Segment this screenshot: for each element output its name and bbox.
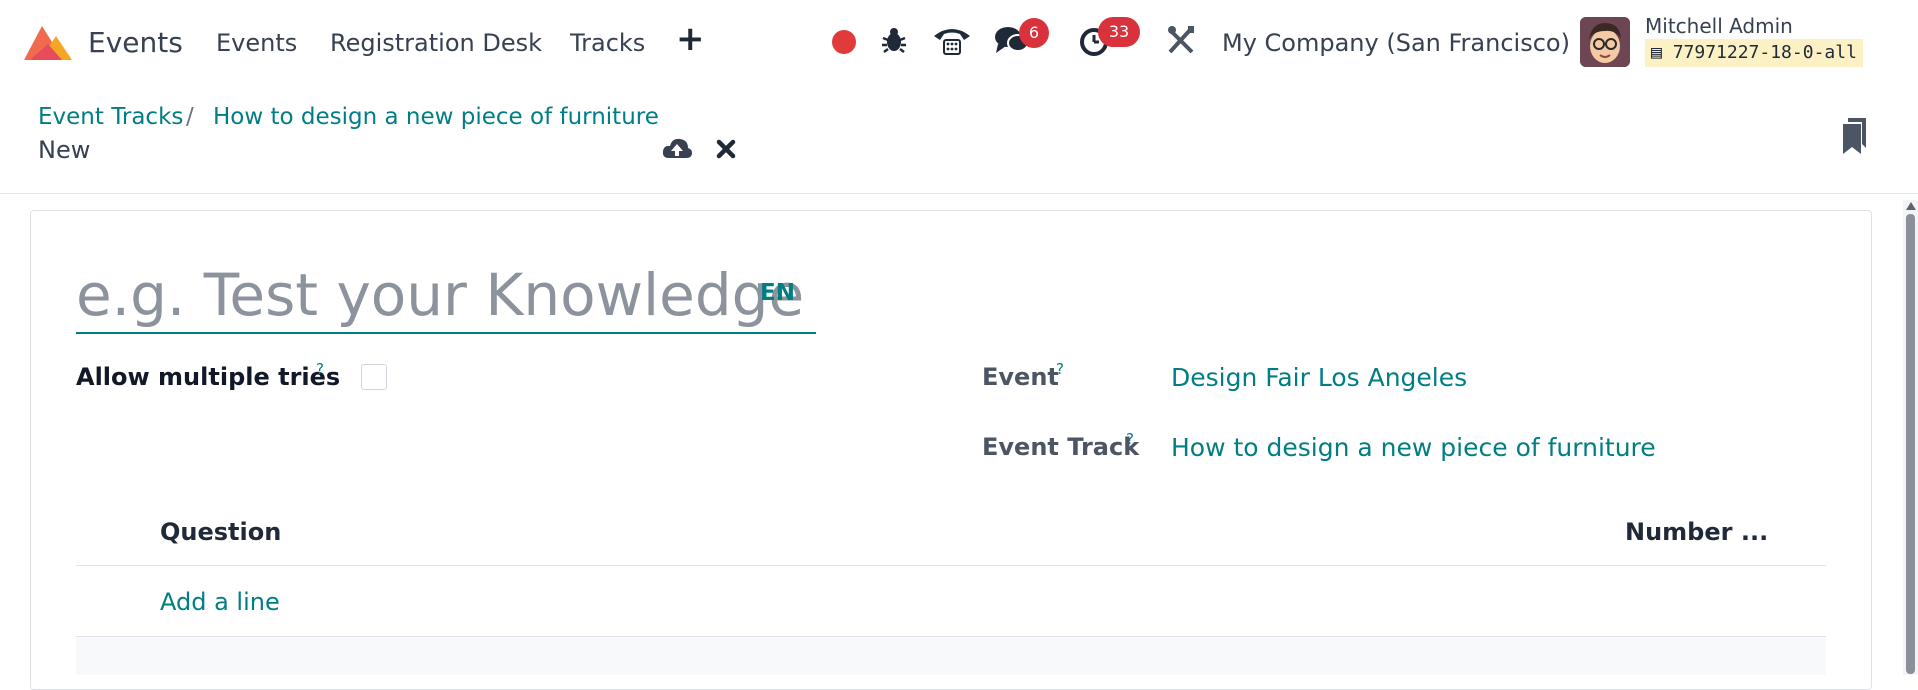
discard-close-icon[interactable] xyxy=(710,134,742,164)
user-avatar[interactable] xyxy=(1580,17,1630,67)
messages-badge: 6 xyxy=(1019,18,1049,48)
questions-list-header xyxy=(76,510,1826,566)
plus-icon[interactable]: + xyxy=(676,22,705,56)
menu-events[interactable]: Events xyxy=(216,29,297,57)
list-footer xyxy=(76,637,1826,675)
allow-multiple-tries-label: Allow multiple tries xyxy=(76,363,341,391)
bug-icon[interactable] xyxy=(880,24,908,56)
breadcrumb-separator: / xyxy=(186,104,194,130)
breadcrumb-current[interactable]: How to design a new piece of furniture xyxy=(213,104,659,130)
database-icon: ▤ xyxy=(1651,42,1662,63)
company-switcher[interactable]: My Company (San Francisco) xyxy=(1222,29,1570,57)
translation-lang-button[interactable]: EN xyxy=(760,280,795,306)
scrollbar-thumb[interactable] xyxy=(1906,214,1915,674)
event-track-label: Event Track xyxy=(982,433,1140,461)
event-track-value-link[interactable]: How to design a new piece of furniture xyxy=(1171,433,1656,462)
menu-tracks[interactable]: Tracks xyxy=(570,29,645,57)
event-value-link[interactable]: Design Fair Los Angeles xyxy=(1171,363,1467,392)
activities-badge: 33 xyxy=(1098,17,1140,47)
event-track-help-icon[interactable]: ? xyxy=(1126,430,1134,448)
quiz-name-input[interactable] xyxy=(76,258,816,334)
control-panel xyxy=(0,86,1918,194)
bookmark-icon[interactable] xyxy=(1840,116,1870,156)
settings-tools-icon[interactable] xyxy=(1166,24,1196,56)
scroll-up-arrow-icon[interactable] xyxy=(1906,202,1916,210)
event-help-icon[interactable]: ? xyxy=(1056,360,1064,378)
menu-registration-desk[interactable]: Registration Desk xyxy=(330,29,542,57)
record-icon[interactable] xyxy=(832,30,856,54)
allow-multiple-tries-checkbox[interactable] xyxy=(361,364,387,390)
avatar-face-icon xyxy=(1580,17,1630,67)
top-navbar: Events Events Registration Desk Tracks +… xyxy=(0,0,1918,86)
database-tag: ▤ 77971227-18-0-all xyxy=(1645,39,1863,67)
record-status: New xyxy=(38,136,91,164)
column-number[interactable]: Number ... xyxy=(1625,518,1768,546)
phone-icon[interactable] xyxy=(932,24,972,58)
database-name: 77971227-18-0-all xyxy=(1672,42,1857,63)
save-cloud-upload-icon[interactable] xyxy=(661,134,693,164)
column-question[interactable]: Question xyxy=(160,518,281,546)
event-label: Event xyxy=(982,363,1059,391)
add-line-button[interactable]: Add a line xyxy=(160,588,280,616)
breadcrumb-parent[interactable]: Event Tracks xyxy=(38,104,183,130)
allow-multiple-tries-help-icon[interactable]: ? xyxy=(316,360,324,378)
events-app-logo-icon[interactable] xyxy=(22,22,74,62)
app-title[interactable]: Events xyxy=(88,26,183,59)
user-name[interactable]: Mitchell Admin xyxy=(1645,14,1793,38)
